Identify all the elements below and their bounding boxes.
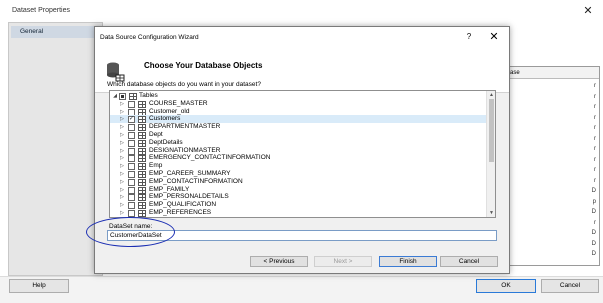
- collapse-arrow-icon[interactable]: ▷: [119, 115, 125, 123]
- tree-item-label: EMP_QUALIFICATION: [149, 201, 217, 209]
- tree-item-label: DESIGNATIONMASTER: [149, 146, 221, 154]
- grid-cell-fragment: r: [594, 156, 596, 163]
- collapse-arrow-icon[interactable]: ▷: [119, 201, 125, 209]
- properties-grid: ase rrrrrrrrrrDpDrDDD: [506, 66, 600, 266]
- collapse-arrow-icon[interactable]: ▷: [119, 108, 125, 116]
- wizard-heading: Choose Your Database Objects: [144, 61, 263, 70]
- tree-item-label: Customers: [149, 115, 181, 123]
- tree-item-label: EMERGENCY_CONTACTINFORMATION: [149, 154, 271, 162]
- tree-item[interactable]: ▷ EMP_CAREER_SUMMARY: [110, 170, 488, 178]
- wizard-titlebar: Data Source Configuration Wizard ? ✕: [95, 27, 509, 47]
- help-icon[interactable]: ?: [463, 31, 475, 43]
- grid-cell-fragment: D: [591, 230, 596, 236]
- grid-cell-fragment: r: [594, 104, 596, 110]
- tree-item[interactable]: ▷ EMP_FAMILY: [110, 186, 488, 194]
- previous-button[interactable]: < Previous: [250, 256, 308, 267]
- tree-item-label: DEPARTMENTMASTER: [149, 123, 221, 131]
- tree-root-tables[interactable]: ◢ Tables: [110, 92, 488, 100]
- close-icon[interactable]: ✕: [487, 30, 501, 44]
- ok-button[interactable]: OK: [476, 279, 536, 293]
- tree-item[interactable]: ▷ Emp: [110, 162, 488, 171]
- expand-arrow-icon[interactable]: ◢: [112, 92, 118, 100]
- tree-item[interactable]: ▷ EMP_PERSONALDETAILS: [110, 193, 488, 202]
- grid-cell-fragment: r: [594, 93, 596, 100]
- tree-item[interactable]: ▷ EMP_CONTACTINFORMATION: [110, 178, 488, 186]
- tree-item[interactable]: ▷ EMERGENCY_CONTACTINFORMATION: [110, 154, 488, 163]
- grid-cell-fragment: r: [594, 167, 596, 173]
- grid-cell-fragment: D: [591, 188, 596, 194]
- tree-item[interactable]: ▷ ✓ Customers: [110, 115, 488, 124]
- annotation-ellipse: [86, 217, 175, 247]
- tree-item-label: EMP_CONTACTINFORMATION: [149, 177, 243, 185]
- finish-button[interactable]: Finish: [379, 256, 437, 267]
- wizard-title: Data Source Configuration Wizard: [100, 34, 199, 41]
- dataset-properties-title: Dataset Properties: [12, 7, 70, 14]
- collapse-arrow-icon[interactable]: ▷: [119, 123, 125, 131]
- collapse-arrow-icon[interactable]: ▷: [119, 100, 125, 108]
- collapse-arrow-icon[interactable]: ▷: [119, 139, 125, 147]
- grid-cell-fragment: r: [594, 177, 596, 184]
- scroll-down-arrow-icon[interactable]: ▼: [487, 209, 495, 217]
- tree-vertical-scrollbar[interactable]: ▲ ▼: [486, 91, 495, 217]
- collapse-arrow-icon[interactable]: ▷: [119, 147, 125, 155]
- collapse-arrow-icon[interactable]: ▷: [119, 170, 125, 178]
- tree-item-label: EMP_FAMILY: [149, 185, 190, 193]
- collapse-arrow-icon[interactable]: ▷: [119, 131, 125, 139]
- grid-cell-fragment: r: [594, 146, 596, 152]
- tree-item[interactable]: ▷ EMP_REFERENCES: [110, 209, 488, 217]
- sidebar-item-general[interactable]: General: [11, 26, 102, 38]
- tree-item-label: EMP_REFERENCES: [149, 209, 212, 216]
- tree-item-label: Tables: [139, 92, 158, 99]
- grid-cell-fragment: r: [594, 125, 596, 131]
- grid-cell-fragment: r: [594, 114, 596, 121]
- database-objects-tree[interactable]: ◢ Tables ▷ COURSE_MASTER ▷ Customer_old ▷ ✓ Cust…: [109, 90, 496, 218]
- tree-item[interactable]: ▷ Dept: [110, 131, 488, 139]
- grid-cell-fragment: D: [591, 209, 596, 215]
- collapse-arrow-icon[interactable]: ▷: [119, 178, 125, 186]
- collapse-arrow-icon[interactable]: ▷: [119, 162, 125, 170]
- help-button[interactable]: Help: [9, 279, 69, 293]
- tree-item[interactable]: ▷ Customer_old: [110, 108, 488, 116]
- scroll-up-arrow-icon[interactable]: ▲: [487, 91, 495, 99]
- database-icon: [107, 62, 125, 82]
- grid-cell-fragment: r: [594, 135, 596, 142]
- tree-item[interactable]: ▷ DEPARTMENTMASTER: [110, 123, 488, 132]
- scrollbar-thumb[interactable]: [489, 99, 494, 162]
- collapse-arrow-icon[interactable]: ▷: [119, 154, 125, 162]
- close-icon[interactable]: ✕: [580, 4, 596, 18]
- tree-item-label: EMP_CAREER_SUMMARY: [149, 170, 231, 177]
- grid-cell-fragment: D: [591, 240, 596, 247]
- object-selection-prompt: Which database objects do you want in yo…: [107, 81, 261, 88]
- tree-item-label: Dept: [149, 131, 163, 138]
- tree-item-label: Emp: [149, 162, 163, 170]
- collapse-arrow-icon[interactable]: ▷: [119, 209, 125, 217]
- grid-cell-fragment: D: [591, 251, 596, 257]
- collapse-arrow-icon[interactable]: ▷: [119, 186, 125, 194]
- grid-cell-fragment: p: [592, 198, 596, 205]
- dataset-properties-titlebar: Dataset Properties ✕: [0, 0, 603, 22]
- next-button[interactable]: Next >: [314, 256, 372, 267]
- cancel-button[interactable]: Cancel: [541, 279, 599, 293]
- tree-item[interactable]: ▷ DeptDetails: [110, 139, 488, 147]
- tree-item-label: Customer_old: [149, 107, 190, 115]
- grid-cell-fragment: r: [594, 219, 596, 226]
- grid-cell-fragment: r: [594, 83, 596, 89]
- tree-item-label: COURSE_MASTER: [149, 99, 208, 107]
- tree-item-label: EMP_PERSONALDETAILS: [149, 193, 229, 201]
- tree-item[interactable]: ▷ DESIGNATIONMASTER: [110, 147, 488, 155]
- grid-header: ase: [507, 67, 599, 79]
- tree-item[interactable]: ▷ EMP_QUALIFICATION: [110, 201, 488, 210]
- tree-item-label: DeptDetails: [149, 138, 183, 146]
- tree-item[interactable]: ▷ COURSE_MASTER: [110, 100, 488, 108]
- collapse-arrow-icon[interactable]: ▷: [119, 193, 125, 201]
- cancel-button[interactable]: Cancel: [440, 256, 498, 267]
